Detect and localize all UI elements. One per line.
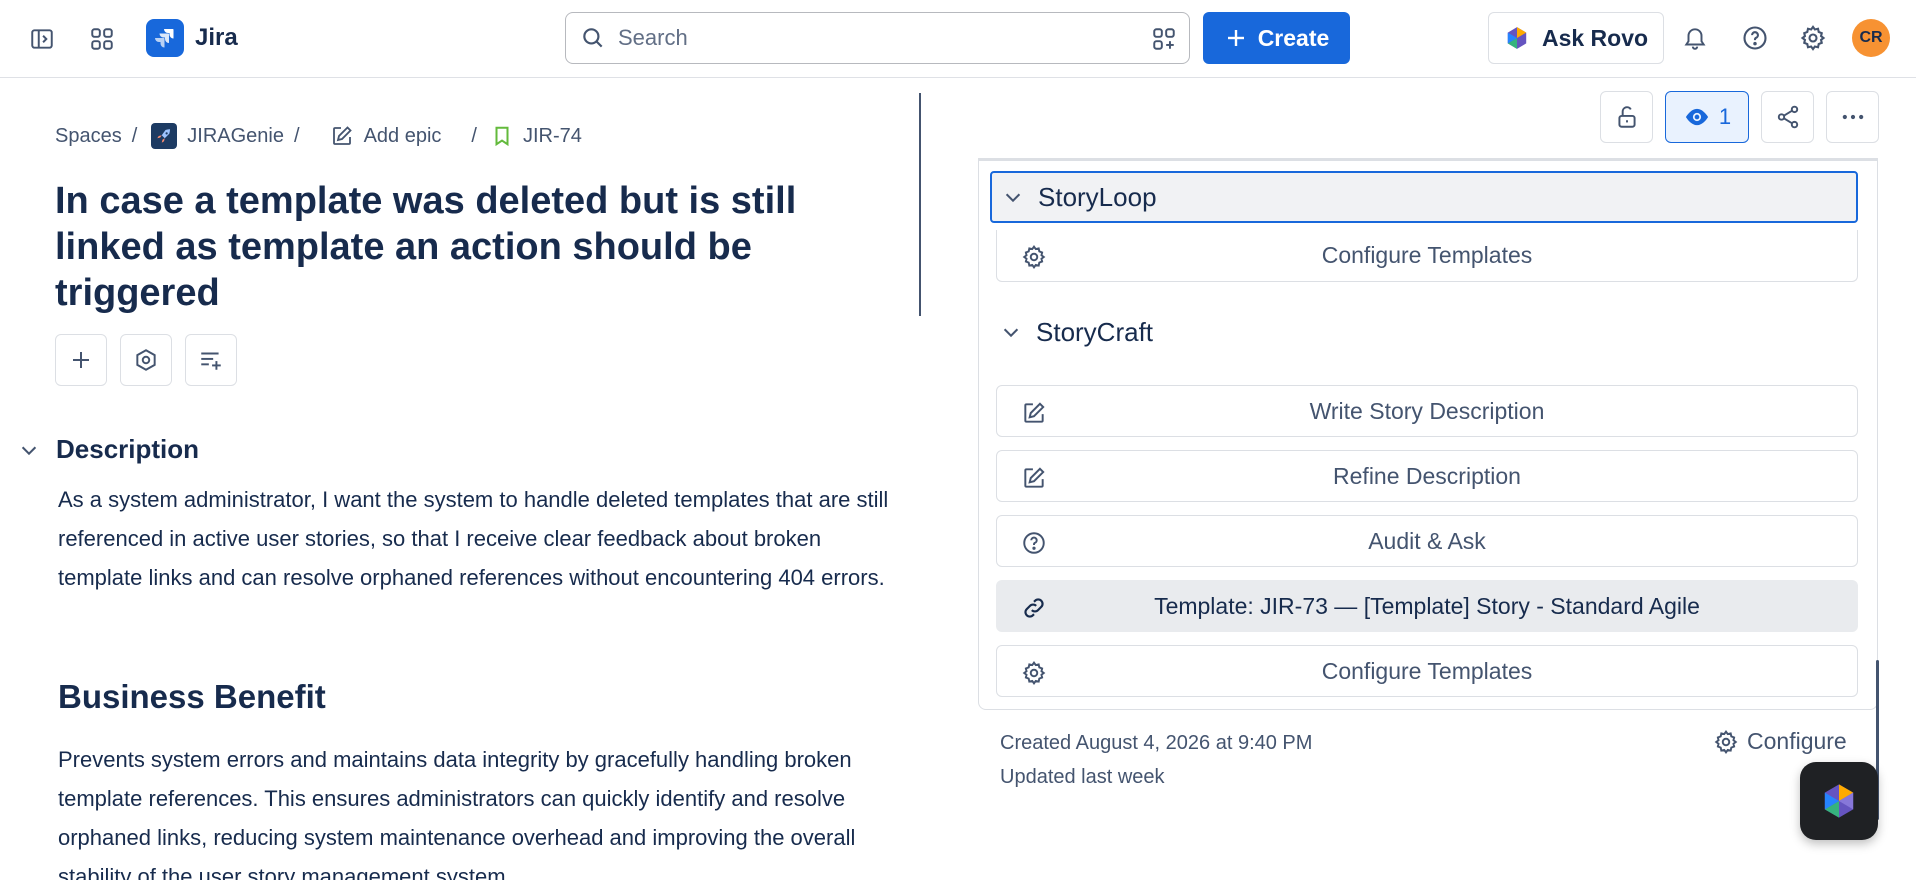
- rovo-chat-button[interactable]: [1800, 762, 1878, 840]
- plus-icon: [73, 352, 89, 368]
- refine-description-label: Refine Description: [1333, 462, 1521, 489]
- more-horizontal-icon: [1842, 114, 1863, 120]
- jira-logo[interactable]: [146, 19, 184, 57]
- breadcrumb-separator: /: [294, 124, 300, 147]
- gear-icon: [1022, 245, 1046, 269]
- project-rocket-icon: [151, 123, 178, 149]
- quick-actions: [55, 334, 237, 386]
- chevron-down-icon: [1003, 328, 1019, 338]
- list-add-icon: [201, 352, 221, 370]
- help-button[interactable]: [1735, 18, 1775, 58]
- configure-label: Configure: [1747, 728, 1847, 754]
- issue-meta: Created August 4, 2026 at 9:40 PM Update…: [1000, 726, 1312, 794]
- watch-count: 1: [1718, 104, 1732, 129]
- description-section-header[interactable]: Description: [18, 434, 199, 465]
- breadcrumb-separator: /: [131, 124, 138, 147]
- storyloop-group-header[interactable]: StoryLoop: [990, 171, 1858, 223]
- apps-button[interactable]: [120, 334, 172, 386]
- chevron-down-icon: [21, 446, 37, 455]
- template-link-label: Template: JIR-73 — [Template] Story - St…: [1154, 592, 1700, 619]
- storycraft-configure-label: Configure Templates: [1321, 657, 1533, 684]
- breadcrumb-project-label: JIRAGenie: [187, 124, 284, 147]
- created-date: Created August 4, 2026 at 9:40 PM: [1000, 732, 1313, 754]
- storycraft-title: StoryCraft: [1036, 316, 1154, 347]
- write-story-description-label: Write Story Description: [1309, 397, 1545, 424]
- breadcrumb-issue-key: JIR-74: [522, 124, 582, 147]
- create-button-label: Create: [1257, 24, 1330, 51]
- help-icon: [1023, 532, 1045, 554]
- app-grid-icon: [91, 28, 113, 50]
- storycraft-configure-templates-button[interactable]: Configure Templates: [996, 645, 1858, 697]
- ask-rovo-label: Ask Rovo: [1541, 24, 1649, 51]
- business-benefit-heading: Business Benefit: [58, 678, 326, 715]
- settings-button[interactable]: [1793, 18, 1833, 58]
- share-icon: [1777, 105, 1798, 129]
- eye-icon: [1685, 108, 1708, 126]
- search-input[interactable]: [618, 21, 1098, 55]
- updated-date: Updated last week: [1000, 766, 1165, 788]
- storyloop-title: StoryLoop: [1038, 181, 1157, 212]
- breadcrumb-issue[interactable]: JIR-74: [491, 124, 582, 148]
- audit-ask-button[interactable]: Audit & Ask: [996, 515, 1858, 567]
- refine-description-button[interactable]: Refine Description: [996, 450, 1858, 502]
- link-icon: [1024, 598, 1044, 618]
- panel-resize-divider[interactable]: [919, 93, 921, 316]
- edit-icon: [1024, 402, 1045, 423]
- search-icon: [583, 28, 603, 48]
- share-button[interactable]: [1761, 91, 1814, 143]
- notifications-button[interactable]: [1675, 18, 1715, 58]
- storyloop-configure-templates-button[interactable]: Configure Templates: [996, 230, 1858, 282]
- gear-icon: [1714, 729, 1738, 754]
- gear-icon: [1800, 25, 1826, 51]
- write-story-description-button[interactable]: Write Story Description: [996, 385, 1858, 437]
- storyloop-configure-label: Configure Templates: [1321, 242, 1533, 268]
- issue-title[interactable]: In case a template was deleted but is st…: [55, 178, 855, 316]
- sidebar-toggle-button[interactable]: [22, 20, 62, 58]
- jira-logo-icon: [155, 29, 174, 48]
- rovo-icon: [1824, 784, 1854, 818]
- search-box[interactable]: [565, 12, 1190, 64]
- business-benefit-text[interactable]: Prevents system errors and maintains dat…: [58, 740, 908, 880]
- edit-icon: [332, 126, 352, 145]
- template-link-button[interactable]: Template: JIR-73 — [Template] Story - St…: [996, 580, 1858, 632]
- add-field-button[interactable]: [185, 334, 237, 386]
- configure-fields-button[interactable]: Configure: [1713, 728, 1847, 755]
- add-button[interactable]: [55, 334, 107, 386]
- breadcrumb: Spaces / JIRAGenie / Add epic / JIR-74: [55, 120, 582, 152]
- breadcrumb-add-epic-label: Add epic: [363, 124, 442, 147]
- chevron-down-icon: [1005, 193, 1021, 203]
- app-name[interactable]: Jira: [195, 24, 238, 52]
- breadcrumb-add-epic[interactable]: Add epic: [330, 124, 442, 148]
- audit-ask-label: Audit & Ask: [1368, 527, 1486, 554]
- unlock-icon: [1617, 106, 1636, 128]
- rovo-icon: [1507, 27, 1527, 49]
- restrictions-button[interactable]: [1600, 91, 1653, 143]
- app-switcher-button[interactable]: [82, 20, 122, 58]
- story-bookmark-icon: [495, 126, 509, 147]
- search-filter-icon[interactable]: [1151, 26, 1177, 52]
- user-avatar[interactable]: CR: [1852, 19, 1890, 57]
- description-heading: Description: [56, 434, 200, 464]
- description-text[interactable]: As a system administrator, I want the sy…: [58, 480, 908, 597]
- storycraft-group-header[interactable]: StoryCraft: [990, 306, 1858, 358]
- edit-icon: [1024, 467, 1045, 488]
- breadcrumb-separator: /: [471, 124, 477, 147]
- hexagon-apps-icon: [136, 349, 156, 371]
- plus-icon: [1227, 30, 1244, 46]
- breadcrumb-project[interactable]: JIRAGenie: [151, 123, 284, 149]
- help-icon: [1743, 26, 1767, 50]
- bell-icon: [1684, 28, 1706, 50]
- create-button[interactable]: Create: [1203, 12, 1350, 64]
- more-actions-button[interactable]: [1826, 91, 1879, 143]
- gear-icon: [1022, 661, 1046, 685]
- sidebar-toggle-icon: [31, 29, 53, 49]
- top-navigation: Jira Create Ask Rovo CR: [0, 0, 1916, 78]
- ask-rovo-button[interactable]: Ask Rovo: [1488, 12, 1664, 64]
- breadcrumb-spaces[interactable]: Spaces: [55, 125, 122, 148]
- watch-button[interactable]: 1: [1665, 91, 1749, 143]
